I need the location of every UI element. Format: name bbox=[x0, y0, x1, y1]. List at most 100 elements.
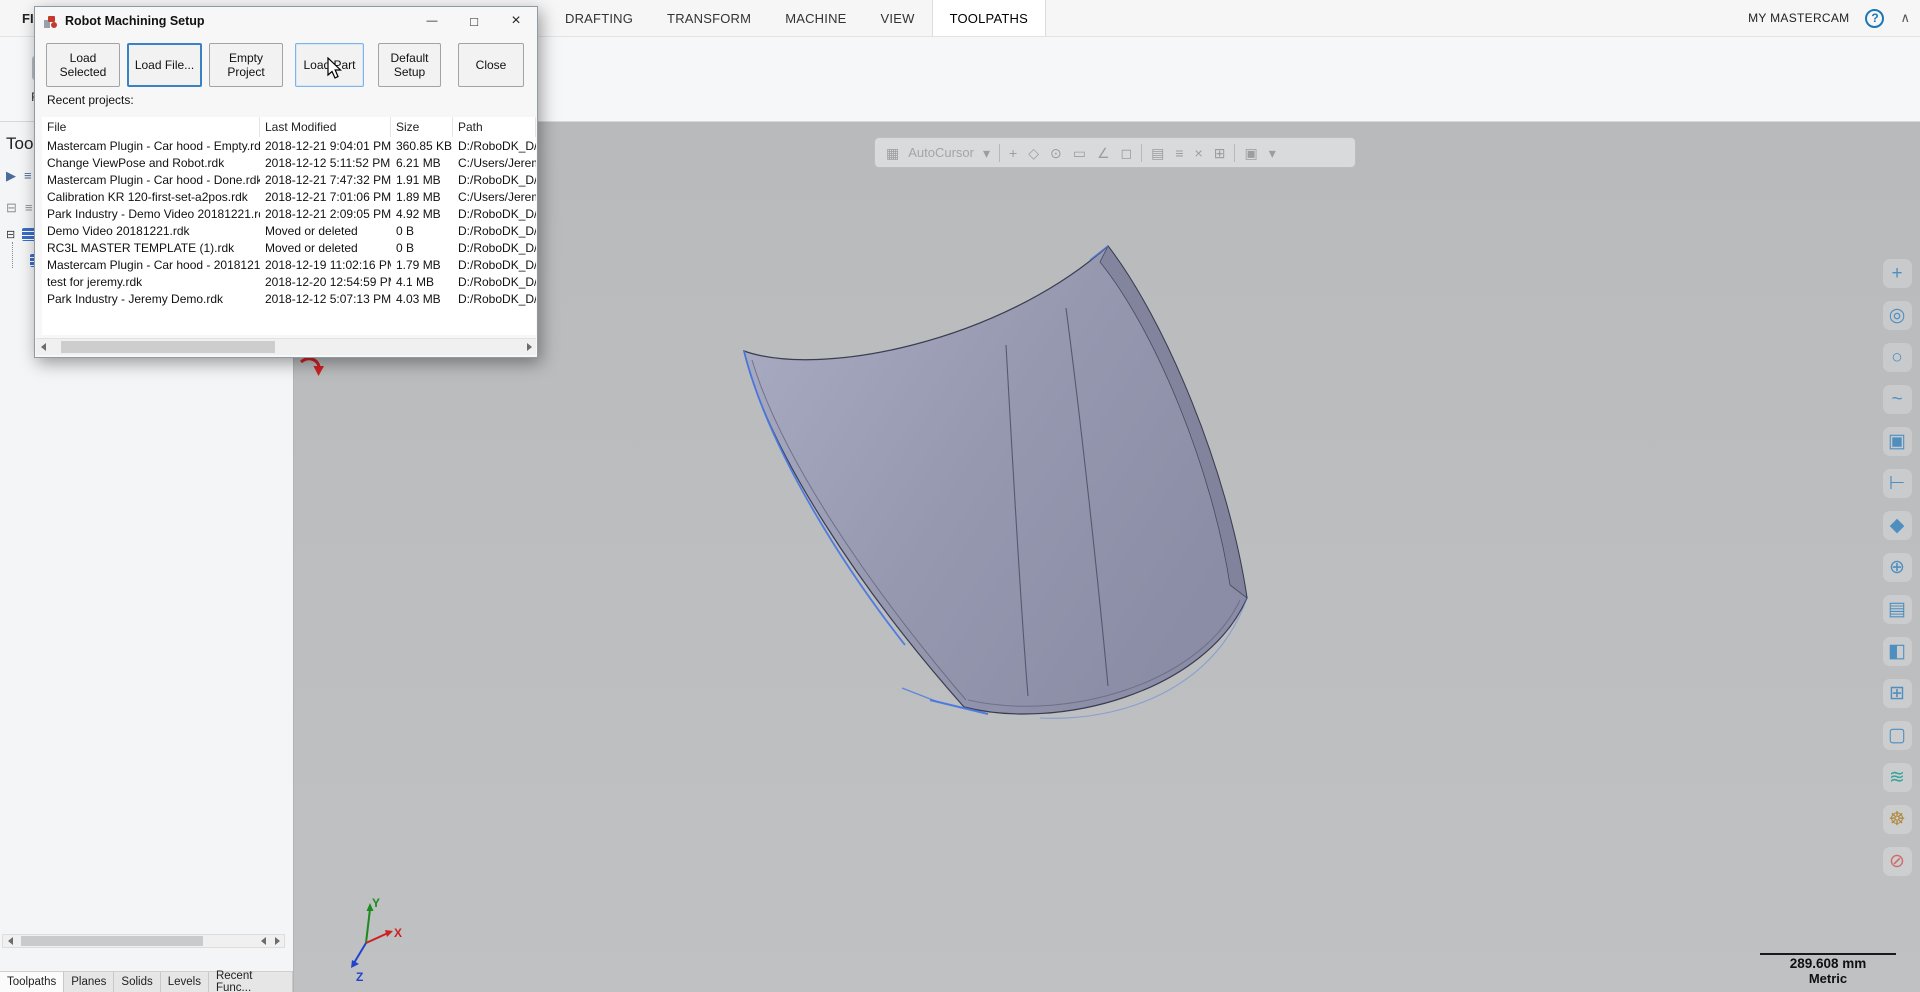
list-icon[interactable]: ▤ bbox=[1883, 595, 1912, 624]
scroll-right-icon[interactable] bbox=[270, 935, 284, 947]
collapse-ribbon-icon[interactable]: ∧ bbox=[1900, 10, 1910, 26]
autocursor-tool-icon[interactable]: ≡ bbox=[1175, 146, 1183, 160]
load-selected-button[interactable]: Load Selected bbox=[46, 43, 120, 87]
autocursor-tool-icon[interactable]: ▭ bbox=[1073, 146, 1086, 160]
lock-icon[interactable]: ⊟ bbox=[6, 200, 17, 216]
tab-toolpaths[interactable]: TOOLPATHS bbox=[932, 0, 1046, 36]
axis-gizmo: Y X Z bbox=[330, 893, 420, 988]
dialog-horizontal-scrollbar bbox=[36, 338, 536, 355]
select-all-icon[interactable]: ▶ bbox=[6, 168, 16, 184]
scroll-left-icon[interactable] bbox=[256, 935, 270, 947]
table-row[interactable]: test for jeremy.rdk 2018-12-20 12:54:59 … bbox=[42, 273, 536, 290]
scale-rule-line bbox=[1760, 953, 1896, 955]
load-file-button[interactable]: Load File... bbox=[127, 43, 202, 87]
circle-center-icon[interactable]: ◎ bbox=[1883, 301, 1912, 330]
column-header-path[interactable]: Path bbox=[453, 117, 536, 137]
table-body: Mastercam Plugin - Car hood - Empty.rdk … bbox=[42, 137, 536, 307]
column-header-size[interactable]: Size bbox=[391, 117, 453, 137]
autocursor-tool-icon[interactable]: ∠ bbox=[1097, 146, 1110, 160]
load-part-button[interactable]: Load Part bbox=[295, 43, 364, 87]
column-header-last-modified[interactable]: Last Modified bbox=[260, 117, 391, 137]
toolbar-separator bbox=[1234, 144, 1235, 162]
tab-view[interactable]: VIEW bbox=[864, 0, 932, 36]
units-label: Metric bbox=[1760, 971, 1896, 986]
right-toolbar: + ◎ ○ ~ ▣ ⊢ ◆ ⊕ ▤ ◧ ⊞ ▢ ≋ ☸ ⊘ bbox=[1879, 259, 1915, 876]
autocursor-tool-icon[interactable]: ▣ bbox=[1244, 146, 1257, 160]
insert-arrow-icon[interactable] bbox=[298, 356, 324, 380]
tab-toolpaths-manager[interactable]: Toolpaths bbox=[0, 972, 64, 992]
autocursor-tool-icon[interactable]: ◻ bbox=[1121, 146, 1133, 160]
scroll-left-icon[interactable] bbox=[36, 341, 50, 353]
measure-icon[interactable]: ⊢ bbox=[1883, 469, 1912, 498]
autocursor-tool-icon[interactable]: × bbox=[1195, 146, 1203, 160]
solid-icon[interactable]: ◆ bbox=[1883, 511, 1912, 540]
dialog-title-bar[interactable]: Robot Machining Setup — □ × bbox=[35, 7, 537, 35]
list-icon[interactable]: ≡ bbox=[24, 168, 32, 184]
tab-drafting[interactable]: DRAFTING bbox=[548, 0, 650, 36]
scrollbar-thumb[interactable] bbox=[21, 936, 203, 946]
table-row[interactable]: Calibration KR 120-first-set-a2pos.rdk 2… bbox=[42, 188, 536, 205]
table-row[interactable]: Mastercam Plugin - Car hood - Empty.rdk … bbox=[42, 137, 536, 154]
spline-icon[interactable]: ~ bbox=[1883, 385, 1912, 414]
add-icon[interactable]: ⊕ bbox=[1883, 553, 1912, 582]
dialog-button-row: Load Selected Load File... Empty Project… bbox=[35, 35, 537, 91]
box-icon[interactable]: ▢ bbox=[1883, 721, 1912, 750]
scale-indicator: 289.608 mm Metric bbox=[1760, 953, 1896, 986]
toolbar-separator bbox=[999, 144, 1000, 162]
grid-icon[interactable]: ⊞ bbox=[1883, 679, 1912, 708]
minimize-button[interactable]: — bbox=[411, 7, 453, 35]
table-row[interactable]: Mastercam Plugin - Car hood - Done.rdk 2… bbox=[42, 171, 536, 188]
scroll-right-icon[interactable] bbox=[522, 341, 536, 353]
scroll-left-icon[interactable] bbox=[3, 935, 17, 947]
tab-solids[interactable]: Solids bbox=[114, 972, 160, 992]
maximize-button[interactable]: □ bbox=[453, 7, 495, 35]
dialog-title: Robot Machining Setup bbox=[65, 14, 205, 28]
tab-recent-functions[interactable]: Recent Func... bbox=[209, 972, 293, 992]
autocursor-tool-icon[interactable]: + bbox=[1009, 146, 1017, 160]
table-row[interactable]: RC3L MASTER TEMPLATE (1).rdk Moved or de… bbox=[42, 239, 536, 256]
autocursor-label[interactable]: AutoCursor bbox=[908, 145, 974, 160]
tab-machine[interactable]: MACHINE bbox=[768, 0, 863, 36]
table-row[interactable]: Demo Video 20181221.rdk Moved or deleted… bbox=[42, 222, 536, 239]
table-header: File Last Modified Size Path bbox=[42, 117, 536, 137]
scrollbar-thumb[interactable] bbox=[61, 341, 275, 353]
surface-icon[interactable]: ▣ bbox=[1883, 427, 1912, 456]
tab-planes[interactable]: Planes bbox=[64, 972, 114, 992]
crosshair-icon[interactable]: + bbox=[1883, 259, 1912, 288]
disable-icon[interactable]: ⊘ bbox=[1883, 847, 1912, 876]
tab-transform[interactable]: TRANSFORM bbox=[650, 0, 768, 36]
tree-expander-icon[interactable]: ⊟ bbox=[6, 228, 15, 241]
recent-projects-table: File Last Modified Size Path Mastercam P… bbox=[42, 117, 536, 335]
close-window-button[interactable]: × bbox=[495, 7, 537, 35]
autocursor-tool-icon[interactable]: ▤ bbox=[1151, 146, 1164, 160]
table-row[interactable]: Change ViewPose and Robot.rdk 2018-12-12… bbox=[42, 154, 536, 171]
recent-projects-label: Recent projects: bbox=[47, 93, 537, 107]
autocursor-grid-icon[interactable]: ▦ bbox=[886, 146, 899, 160]
autocursor-caret-icon[interactable]: ▾ bbox=[983, 146, 990, 160]
circle-icon[interactable]: ○ bbox=[1883, 343, 1912, 372]
z-axis-label: Z bbox=[356, 970, 363, 984]
autocursor-tool-icon[interactable]: ⊞ bbox=[1214, 146, 1226, 160]
gear-icon[interactable]: ☸ bbox=[1883, 805, 1912, 834]
layers-icon[interactable]: ≋ bbox=[1883, 763, 1912, 792]
section-view-icon[interactable]: ◧ bbox=[1883, 637, 1912, 666]
robot-machining-setup-dialog: Robot Machining Setup — □ × Load Selecte… bbox=[34, 6, 538, 358]
help-icon[interactable]: ? bbox=[1865, 9, 1884, 28]
table-row[interactable]: Park Industry - Demo Video 20181221.rdk … bbox=[42, 205, 536, 222]
close-button[interactable]: Close bbox=[458, 43, 524, 87]
tab-levels[interactable]: Levels bbox=[161, 972, 209, 992]
autocursor-tool-icon[interactable]: ⊙ bbox=[1050, 146, 1062, 160]
table-row[interactable]: Park Industry - Jeremy Demo.rdk 2018-12-… bbox=[42, 290, 536, 307]
empty-project-button[interactable]: Empty Project bbox=[209, 43, 283, 87]
y-axis-label: Y bbox=[372, 896, 380, 910]
app-window: FILE DRAFTING TRANSFORM MACHINE VIEW TOO… bbox=[0, 0, 1920, 992]
filter-icon[interactable]: ≡ bbox=[25, 200, 33, 216]
default-setup-button[interactable]: Default Setup bbox=[378, 43, 441, 87]
table-row[interactable]: Mastercam Plugin - Car hood - 20181219.r… bbox=[42, 256, 536, 273]
autocursor-tool-icon[interactable]: ▾ bbox=[1269, 146, 1276, 160]
my-mastercam-link[interactable]: MY MASTERCAM bbox=[1748, 11, 1849, 25]
toolbar-separator bbox=[1141, 144, 1142, 162]
robot-icon bbox=[43, 14, 58, 29]
column-header-file[interactable]: File bbox=[42, 117, 260, 137]
autocursor-tool-icon[interactable]: ◇ bbox=[1028, 146, 1039, 160]
